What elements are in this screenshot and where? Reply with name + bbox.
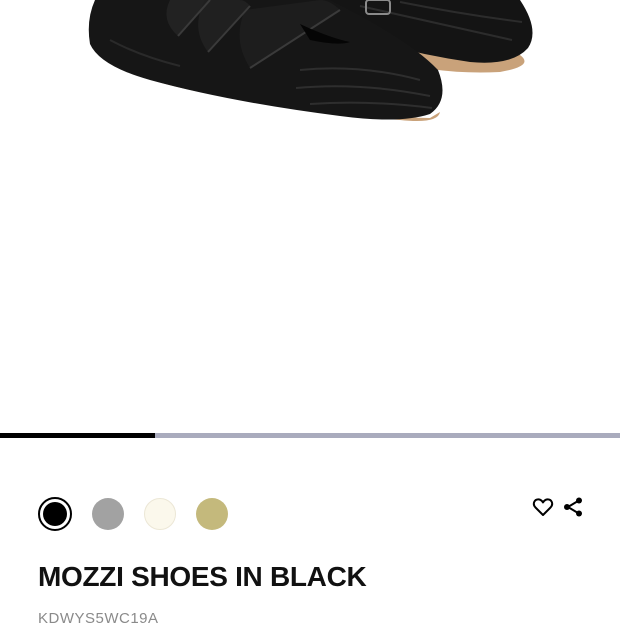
product-title: MOZZI SHOES IN BLACK xyxy=(38,561,367,592)
product-actions xyxy=(530,494,586,520)
carousel-progress-indicator xyxy=(0,433,155,438)
swatch-khaki[interactable] xyxy=(196,498,228,530)
product-image[interactable] xyxy=(0,0,620,432)
product-sku: KDWYS5WC19A xyxy=(38,610,159,627)
swatch-gray[interactable] xyxy=(92,498,124,530)
swatch-black-dot xyxy=(43,502,67,526)
image-carousel-progress[interactable] xyxy=(0,433,620,438)
shoe-photo xyxy=(88,0,533,121)
share-icon[interactable] xyxy=(560,494,586,520)
swatch-cream[interactable] xyxy=(144,498,176,530)
heart-outline-icon[interactable] xyxy=(530,494,556,520)
swatch-black[interactable] xyxy=(38,497,72,531)
color-swatch-list xyxy=(38,496,248,532)
